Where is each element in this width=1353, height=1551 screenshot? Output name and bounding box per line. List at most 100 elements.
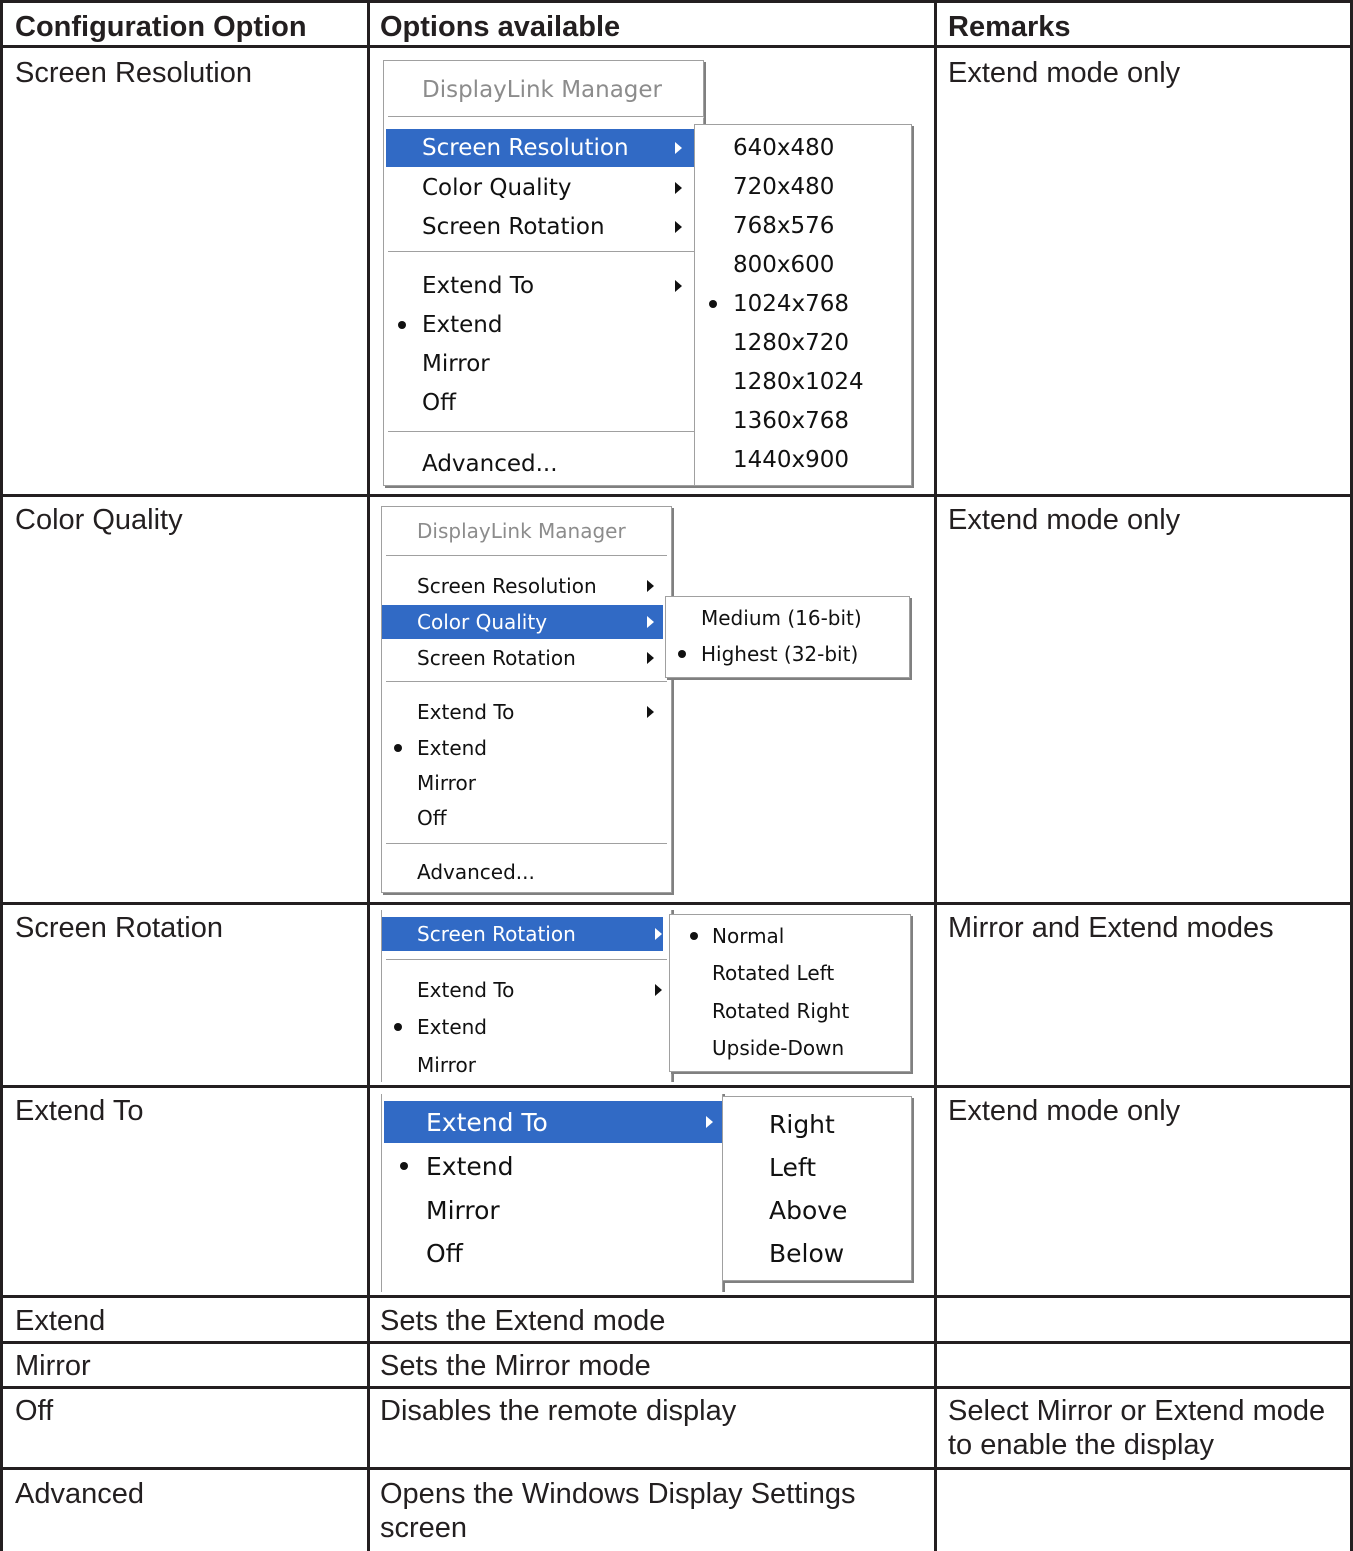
submenu-resolutions: 640x480 720x480 768x576 800x600 1024x768… [694,124,912,486]
remarks-screen-resolution: Extend mode only [948,57,1181,89]
menu-item-1280x1024[interactable]: 1280x1024 [695,363,911,401]
table-row-divider [0,45,1353,48]
menu-item-mirror[interactable]: Mirror [382,1189,722,1231]
chevron-right-icon [675,182,682,194]
menu-item-rotated-right[interactable]: Rotated Right [670,994,910,1028]
menu-item-640x480[interactable]: 640x480 [695,129,911,167]
menu-item-upside-down[interactable]: Upside-Down [670,1031,910,1065]
radio-bullet-icon [394,744,402,752]
menu-item-1024x768[interactable]: 1024x768 [695,285,911,323]
screenshot-color-quality-menu: DisplayLink Manager Screen Resolution Co… [380,503,920,896]
menu-item-extend-to[interactable]: Extend To [382,695,671,729]
menu-item-highest-32-bit[interactable]: Highest (32-bit) [666,637,909,671]
menu-separator [388,431,699,433]
table-row-divider [0,0,1353,3]
menu-item-800x600[interactable]: 800x600 [695,246,911,284]
chevron-right-icon [706,1116,713,1128]
menu-separator [386,555,667,557]
chevron-right-icon [647,580,654,592]
description-extend: Sets the Extend mode [380,1305,666,1337]
context-menu: DisplayLink Manager Screen Resolution Co… [381,506,672,893]
chevron-right-icon [675,280,682,292]
screenshot-extend-to-menu: Extend To Extend Mirror Off Right Left A… [380,1094,920,1292]
option-extend: Extend [15,1305,106,1337]
column-header-options-available: Options available [380,11,621,43]
description-advanced: Opens the Windows Display Settings scree… [380,1478,856,1544]
table-row-divider [0,1341,1353,1344]
context-menu: Screen Rotation Extend To Extend Mirror [381,910,672,1082]
chevron-right-icon [647,616,654,628]
menu-item-extend-to[interactable]: Extend To [382,973,671,1007]
menu-item-left[interactable]: Left [723,1146,911,1188]
screenshot-screen-resolution-menu: DisplayLink Manager Screen Resolution Co… [381,58,915,488]
menu-item-screen-rotation[interactable]: Screen Rotation [384,208,703,246]
chevron-right-icon [647,706,654,718]
menu-item-extend[interactable]: Extend [382,731,671,765]
menu-item-mirror[interactable]: Mirror [384,345,703,383]
table-row-divider [0,494,1353,497]
menu-item-extend-to[interactable]: Extend To [384,267,703,305]
menu-item-normal[interactable]: Normal [670,919,910,953]
menu-separator [386,843,667,845]
table-row-divider [0,1467,1353,1470]
chevron-right-icon [675,221,682,233]
column-header-remarks: Remarks [948,11,1071,43]
menu-separator [388,251,699,253]
chevron-right-icon [655,928,662,940]
menu-item-1440x900[interactable]: 1440x900 [695,441,911,479]
context-menu: DisplayLink Manager Screen Resolution Co… [383,60,704,486]
option-mirror: Mirror [15,1350,91,1382]
menu-item-screen-rotation[interactable]: Screen Rotation [382,917,663,951]
menu-item-mirror[interactable]: Mirror [382,766,671,800]
table-row-divider [0,1386,1353,1389]
menu-item-rotated-left[interactable]: Rotated Left [670,956,910,990]
menu-item-screen-resolution[interactable]: Screen Resolution [382,569,671,603]
table-row-divider [0,1085,1353,1088]
menu-separator [386,959,667,961]
chevron-right-icon [675,142,682,154]
menu-item-color-quality[interactable]: Color Quality [382,605,663,639]
menu-item-off[interactable]: Off [382,1232,722,1274]
context-menu: Extend To Extend Mirror Off [381,1094,723,1292]
menu-item-screen-resolution[interactable]: Screen Resolution [386,129,695,167]
menu-item-above[interactable]: Above [723,1189,911,1231]
table-row-divider [0,1295,1353,1298]
submenu-color-quality: Medium (16-bit) Highest (32-bit) [665,596,910,678]
menu-item-advanced[interactable]: Advanced... [382,855,671,889]
menu-separator [388,116,704,118]
menu-item-right[interactable]: Right [723,1103,911,1145]
submenu-extend-to: Right Left Above Below [722,1096,912,1281]
chevron-right-icon [647,652,654,664]
table-row-divider [0,902,1353,905]
remarks-off: Select Mirror or Extend mode to enable t… [948,1395,1326,1461]
menu-item-advanced[interactable]: Advanced... [384,445,703,483]
menu-item-medium-16-bit[interactable]: Medium (16-bit) [666,601,909,635]
menu-item-1280x720[interactable]: 1280x720 [695,324,911,362]
menu-title: DisplayLink Manager [422,77,663,103]
menu-item-extend-to[interactable]: Extend To [384,1101,722,1143]
menu-item-extend[interactable]: Extend [382,1010,671,1044]
menu-item-1360x768[interactable]: 1360x768 [695,402,911,440]
menu-item-extend[interactable]: Extend [382,1145,722,1187]
menu-item-color-quality[interactable]: Color Quality [384,169,703,207]
chevron-right-icon [655,984,662,996]
menu-title: DisplayLink Manager [417,519,626,543]
menu-item-screen-rotation[interactable]: Screen Rotation [382,641,671,675]
radio-bullet-icon [709,300,717,308]
remarks-screen-rotation: Mirror and Extend modes [948,912,1274,944]
description-off: Disables the remote display [380,1395,737,1427]
screenshot-screen-rotation-menu: Screen Rotation Extend To Extend Mirror … [380,910,920,1082]
menu-item-720x480[interactable]: 720x480 [695,168,911,206]
menu-item-off[interactable]: Off [382,801,671,835]
menu-separator [386,681,667,683]
option-color-quality: Color Quality [15,504,183,536]
menu-item-off[interactable]: Off [384,384,703,422]
menu-item-768x576[interactable]: 768x576 [695,207,911,245]
radio-bullet-icon [400,1162,408,1170]
radio-bullet-icon [690,932,698,940]
menu-item-extend[interactable]: Extend [384,306,703,344]
menu-item-below[interactable]: Below [723,1232,911,1274]
option-advanced: Advanced [15,1478,144,1510]
menu-item-mirror[interactable]: Mirror [382,1048,671,1082]
description-mirror: Sets the Mirror mode [380,1350,651,1382]
